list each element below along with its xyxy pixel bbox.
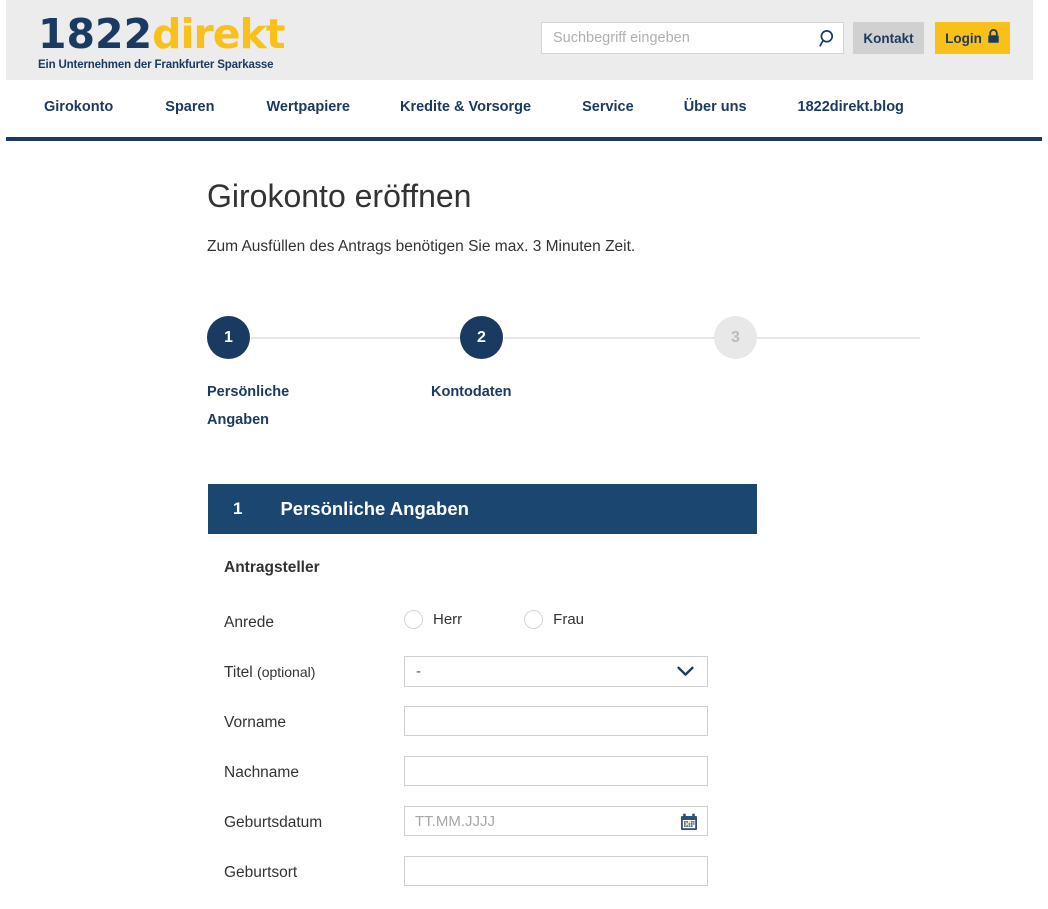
form-row-nachname: Nachname xyxy=(224,756,784,806)
nav-item-kredite-vorsorge[interactable]: Kredite & Vorsorge xyxy=(400,99,531,115)
titel-label-optional: (optional) xyxy=(257,664,316,680)
form-section-header: 1 Persönliche Angaben xyxy=(208,484,757,534)
radio-dot-herr[interactable] xyxy=(404,610,423,629)
nav-bottom-border xyxy=(6,137,1042,141)
search-icon[interactable] xyxy=(813,23,843,53)
form-row-vorname: Vorname xyxy=(224,706,784,756)
stepper-label-1: Persönliche Angaben xyxy=(207,384,290,428)
nav-item-ueber-uns[interactable]: Über uns xyxy=(684,99,747,115)
stepper-label-2: Kontodaten xyxy=(431,384,512,400)
radio-option-frau[interactable]: Frau xyxy=(524,610,584,629)
page-title: Girokonto eröffnen xyxy=(207,178,472,214)
vorname-field[interactable] xyxy=(404,706,708,736)
nav-item-service[interactable]: Service xyxy=(582,99,634,115)
form-section-number: 1 xyxy=(233,499,243,518)
stepper-circle-3[interactable]: 3 xyxy=(714,316,757,359)
titel-label: Titel (optional) xyxy=(224,664,315,682)
nav-item-blog[interactable]: 1822direkt.blog xyxy=(798,99,904,115)
search-input[interactable] xyxy=(542,23,813,53)
logo-number: 1822 xyxy=(38,10,153,58)
progress-stepper: 1 2 3 Persönliche Angaben Kontodaten xyxy=(207,316,920,428)
nav-item-wertpapiere[interactable]: Wertpapiere xyxy=(266,99,350,115)
form-row-anrede: Anrede Herr Frau xyxy=(224,606,784,656)
login-button-label: Login xyxy=(945,30,982,46)
anrede-label: Anrede xyxy=(224,614,274,631)
login-button[interactable]: Login xyxy=(935,22,1010,54)
main-navigation: Girokonto Sparen Wertpapiere Kredite & V… xyxy=(0,80,1048,141)
nachname-input[interactable] xyxy=(405,757,707,785)
form-section-title: Persönliche Angaben xyxy=(280,498,469,519)
site-header: 1822direkt Ein Unternehmen der Frankfurt… xyxy=(6,0,1033,80)
chevron-down-icon[interactable] xyxy=(677,666,707,677)
vorname-label: Vorname xyxy=(224,714,287,731)
nachname-field[interactable] xyxy=(404,756,708,786)
stepper-circle-2[interactable]: 2 xyxy=(460,316,503,359)
site-logo[interactable]: 1822direkt Ein Unternehmen der Frankfurt… xyxy=(38,14,338,72)
stepper-connector-2 xyxy=(504,337,920,339)
geburtsort-input[interactable] xyxy=(405,857,707,885)
logo-word: direkt xyxy=(152,10,285,58)
geburtsdatum-label: Geburtsdatum xyxy=(224,814,323,831)
geburtsdatum-input[interactable] xyxy=(405,807,707,835)
titel-label-text: Titel xyxy=(224,664,253,681)
geburtsort-field[interactable] xyxy=(404,856,708,886)
logo-wordmark: 1822direkt xyxy=(38,14,338,55)
kontakt-button[interactable]: Kontakt xyxy=(853,22,924,54)
page-subtitle: Zum Ausfüllen des Antrags benötigen Sie … xyxy=(207,238,636,255)
search-box[interactable] xyxy=(541,22,844,54)
titel-select-value: - xyxy=(416,663,421,680)
anrede-radio-group: Herr Frau xyxy=(404,610,584,629)
nav-item-girokonto[interactable]: Girokonto xyxy=(44,99,113,115)
stepper-connector-1 xyxy=(251,337,464,339)
geburtsdatum-field[interactable] xyxy=(404,806,708,836)
geburtsort-label: Geburtsort xyxy=(224,864,298,881)
stepper-circle-1[interactable]: 1 xyxy=(207,316,250,359)
vorname-input[interactable] xyxy=(405,707,707,735)
nachname-label: Nachname xyxy=(224,764,299,781)
nav-item-sparen[interactable]: Sparen xyxy=(165,99,214,115)
radio-label-frau: Frau xyxy=(553,611,585,628)
radio-label-herr: Herr xyxy=(433,611,463,628)
radio-dot-frau[interactable] xyxy=(524,610,544,629)
applicant-form: Anrede Herr Frau Titel (optional) - Vorn… xyxy=(224,606,784,906)
form-row-titel: Titel (optional) - xyxy=(224,656,784,706)
form-row-geburtsdatum: Geburtsdatum xyxy=(224,806,784,856)
radio-option-herr[interactable]: Herr xyxy=(404,610,462,629)
form-row-geburtsort: Geburtsort xyxy=(224,856,784,906)
logo-tagline: Ein Unternehmen der Frankfurter Sparkass… xyxy=(38,59,274,71)
calendar-icon[interactable] xyxy=(680,813,698,831)
lock-icon xyxy=(987,29,1000,47)
titel-select[interactable]: - xyxy=(404,656,708,687)
form-group-title: Antragsteller xyxy=(224,559,320,576)
nav-list: Girokonto Sparen Wertpapiere Kredite & V… xyxy=(44,80,904,133)
